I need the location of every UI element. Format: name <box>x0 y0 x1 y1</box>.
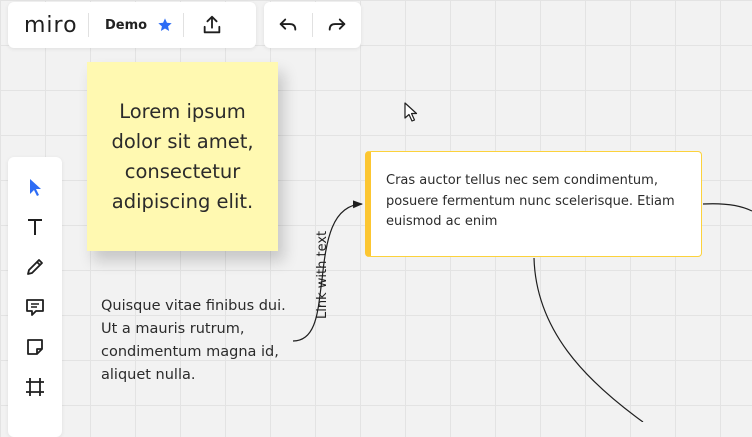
tool-text[interactable] <box>15 207 55 247</box>
upload-icon <box>203 15 221 34</box>
mouse-cursor-icon <box>404 102 418 122</box>
sticky-note-icon <box>27 339 43 355</box>
tool-frame[interactable] <box>15 367 55 407</box>
divider <box>88 13 89 37</box>
card-text: Cras auctor tellus nec sem condimentum, … <box>386 173 675 229</box>
frame-icon <box>26 378 44 396</box>
sticky-note[interactable]: Lorem ipsum dolor sit amet, consectetur … <box>87 62 278 251</box>
redo-icon <box>328 18 346 31</box>
text-icon <box>28 219 42 235</box>
connector-card-right[interactable] <box>702 203 752 212</box>
miro-logo[interactable]: miro <box>8 13 88 38</box>
tool-comment[interactable] <box>15 287 55 327</box>
tools-toolbar <box>8 157 62 437</box>
cursor-icon <box>30 179 41 196</box>
pen-icon <box>27 259 43 275</box>
tool-pen[interactable] <box>15 247 55 287</box>
share-button[interactable] <box>200 13 224 37</box>
card[interactable]: Cras auctor tellus nec sem condimentum, … <box>365 151 702 257</box>
redo-button[interactable] <box>313 2 361 48</box>
sticky-note-text: Lorem ipsum dolor sit amet, consectetur … <box>111 99 254 213</box>
history-bar <box>264 2 361 48</box>
comment-icon <box>26 299 44 316</box>
tool-select[interactable] <box>15 167 55 207</box>
top-bar: miro Demo <box>8 2 256 48</box>
divider <box>183 13 185 37</box>
connector-card-bottom[interactable] <box>533 257 644 422</box>
connector-label[interactable]: Link with text <box>315 231 330 319</box>
star-icon[interactable] <box>157 17 173 33</box>
undo-icon <box>279 18 297 31</box>
text-block[interactable]: Quisque vitae finibus dui. Ut a mauris r… <box>101 295 301 387</box>
tool-sticky-note[interactable] <box>15 327 55 367</box>
undo-button[interactable] <box>264 2 312 48</box>
board-name[interactable]: Demo <box>105 18 147 33</box>
